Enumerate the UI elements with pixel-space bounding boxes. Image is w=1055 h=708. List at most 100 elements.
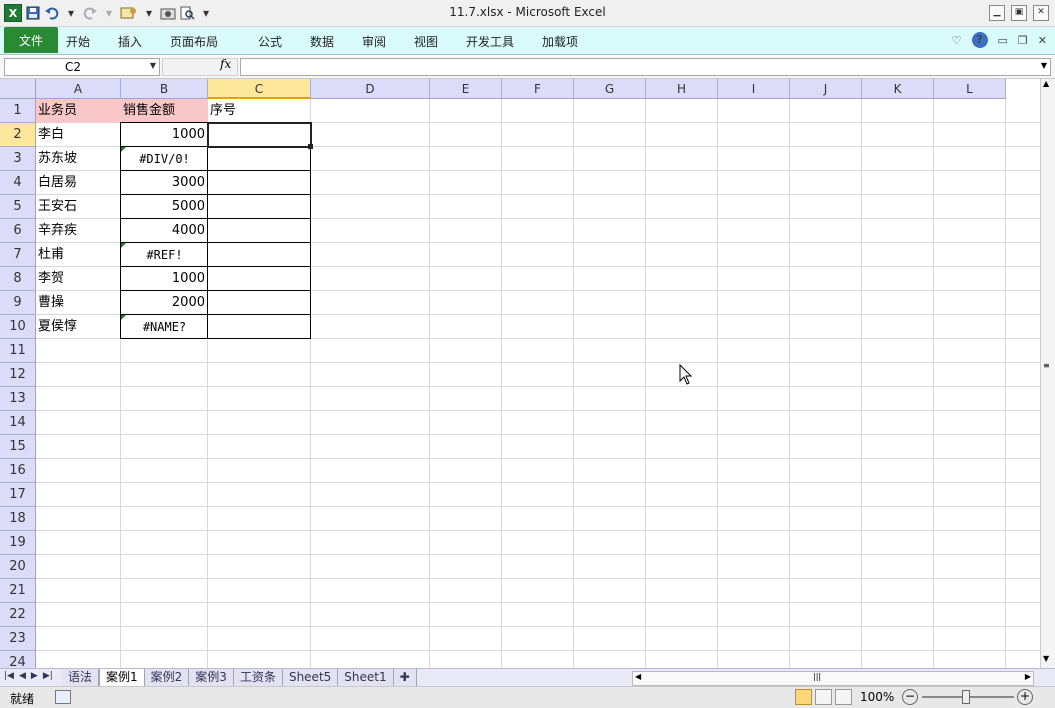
cell-salesperson[interactable]: 苏东坡 [36, 147, 121, 171]
macro-record-icon[interactable] [55, 690, 71, 704]
row-header-11[interactable]: 11 [0, 339, 36, 363]
tab-insert[interactable]: 插入 [118, 33, 170, 50]
page-break-view-icon[interactable] [835, 689, 852, 705]
row-header-18[interactable]: 18 [0, 507, 36, 531]
sheet-tab-3[interactable]: 案例3 [189, 669, 234, 686]
row-header-24[interactable]: 24 [0, 651, 36, 668]
workbook-minimize-icon[interactable]: ▭ [998, 34, 1008, 47]
cell-salesperson[interactable]: 杜甫 [36, 243, 121, 267]
column-header-g[interactable]: G [574, 79, 646, 99]
row-header-9[interactable]: 9 [0, 291, 36, 315]
row-header-20[interactable]: 20 [0, 555, 36, 579]
name-box[interactable]: C2 ▼ [4, 58, 160, 76]
sheet-tab-0[interactable]: 语法 [62, 669, 100, 686]
row-header-10[interactable]: 10 [0, 315, 36, 339]
formula-input[interactable]: ▼ [240, 58, 1051, 76]
cell-salesperson[interactable]: 曹操 [36, 291, 121, 315]
restore-icon[interactable]: ▣ [1011, 5, 1027, 21]
zoom-slider-knob[interactable] [962, 690, 970, 704]
zoom-in-icon[interactable]: + [1017, 689, 1033, 705]
cell-salesperson[interactable]: 李白 [36, 123, 121, 147]
hscroll-grip-icon[interactable]: ||| [813, 672, 821, 681]
column-header-k[interactable]: K [862, 79, 934, 99]
fill-handle[interactable] [308, 144, 313, 149]
row-header-5[interactable]: 5 [0, 195, 36, 219]
sheet-tab-5[interactable]: Sheet5 [282, 669, 339, 686]
row-header-21[interactable]: 21 [0, 579, 36, 603]
cell-salesperson[interactable]: 李贺 [36, 267, 121, 291]
cell-salesperson[interactable]: 白居易 [36, 171, 121, 195]
sheet-tab-1[interactable]: 案例1 [99, 669, 145, 686]
row-header-2[interactable]: 2 [0, 123, 36, 147]
page-layout-view-icon[interactable] [815, 689, 832, 705]
cell-salesperson[interactable]: 辛弃疾 [36, 219, 121, 243]
tab-addins[interactable]: 加载项 [542, 33, 602, 50]
column-header-c[interactable]: C [208, 79, 311, 99]
tab-review[interactable]: 审阅 [362, 33, 414, 50]
row-header-14[interactable]: 14 [0, 411, 36, 435]
insert-sheet-icon[interactable]: ✚ [393, 669, 417, 686]
zoom-level[interactable]: 100% [860, 690, 894, 704]
help-icon[interactable]: ? [971, 32, 988, 48]
scroll-left-icon[interactable]: ◀ [635, 672, 641, 681]
column-header-h[interactable]: H [646, 79, 718, 99]
column-header-f[interactable]: F [502, 79, 574, 99]
row-header-8[interactable]: 8 [0, 267, 36, 291]
cell-salesperson[interactable]: 夏侯惇 [36, 315, 121, 339]
sheet-tab-6[interactable]: Sheet1 [338, 669, 394, 686]
column-header-a[interactable]: A [36, 79, 121, 99]
horizontal-scrollbar[interactable]: ◀ ||| ▶ [632, 671, 1034, 686]
row-header-1[interactable]: 1 [0, 99, 36, 123]
zoom-out-icon[interactable]: − [902, 689, 918, 705]
tab-view[interactable]: 视图 [414, 33, 466, 50]
active-cell-selection[interactable] [207, 122, 312, 148]
last-sheet-icon[interactable]: ▶| [43, 671, 53, 681]
row-header-23[interactable]: 23 [0, 627, 36, 651]
column-header-j[interactable]: J [790, 79, 862, 99]
column-header-d[interactable]: D [311, 79, 430, 99]
column-header-e[interactable]: E [430, 79, 502, 99]
column-header-l[interactable]: L [934, 79, 1006, 99]
tab-page-layout[interactable]: 页面布局 [170, 33, 258, 50]
row-header-3[interactable]: 3 [0, 147, 36, 171]
scroll-down-icon[interactable]: ▼ [1043, 654, 1049, 663]
vertical-scrollbar[interactable]: ▲ ≡ ▼ [1040, 79, 1055, 668]
sheet-tab-2[interactable]: 案例2 [144, 669, 190, 686]
tab-home[interactable]: 开始 [66, 33, 118, 50]
tab-file[interactable]: 文件 [4, 27, 58, 53]
header-cell-index[interactable]: 序号 [208, 99, 311, 123]
header-cell-amount[interactable]: 销售金额 [121, 99, 208, 123]
scroll-right-icon[interactable]: ▶ [1025, 672, 1031, 681]
row-header-15[interactable]: 15 [0, 435, 36, 459]
tab-developer[interactable]: 开发工具 [466, 33, 542, 50]
formula-expand-icon[interactable]: ▼ [1041, 61, 1047, 70]
worksheet-grid[interactable]: A B C D E F G H I J K L 1 2 3 4 5 6 7 8 9 10 11 12 13 14 15 16 17 18 1… [0, 79, 1040, 668]
name-box-dropdown-icon[interactable]: ▼ [150, 61, 156, 70]
tab-data[interactable]: 数据 [310, 33, 362, 50]
row-header-7[interactable]: 7 [0, 243, 36, 267]
workbook-restore-icon[interactable]: ❐ [1018, 34, 1028, 47]
sheet-tab-4[interactable]: 工资条 [233, 669, 283, 686]
row-header-6[interactable]: 6 [0, 219, 36, 243]
prev-sheet-icon[interactable]: ◀ [19, 671, 26, 681]
minimize-icon[interactable]: ▁ [989, 5, 1005, 21]
column-header-i[interactable]: I [718, 79, 790, 99]
minimize-ribbon-icon[interactable]: ♡ [952, 34, 962, 47]
select-all-corner[interactable] [0, 79, 36, 99]
row-header-19[interactable]: 19 [0, 531, 36, 555]
column-header-b[interactable]: B [121, 79, 208, 99]
next-sheet-icon[interactable]: ▶ [31, 671, 38, 681]
row-header-17[interactable]: 17 [0, 483, 36, 507]
first-sheet-icon[interactable]: |◀ [4, 671, 14, 681]
scroll-up-icon[interactable]: ▲ [1043, 79, 1049, 88]
header-cell-salesperson[interactable]: 业务员 [36, 99, 121, 123]
scroll-thumb-grip-icon[interactable]: ≡ [1043, 361, 1050, 370]
insert-function-icon[interactable]: fx [220, 57, 231, 71]
tab-formulas[interactable]: 公式 [258, 33, 310, 50]
row-header-4[interactable]: 4 [0, 171, 36, 195]
cell-salesperson[interactable]: 王安石 [36, 195, 121, 219]
close-icon[interactable]: ✕ [1033, 5, 1049, 21]
workbook-close-icon[interactable]: ✕ [1038, 34, 1047, 47]
row-header-16[interactable]: 16 [0, 459, 36, 483]
normal-view-icon[interactable] [795, 689, 812, 705]
